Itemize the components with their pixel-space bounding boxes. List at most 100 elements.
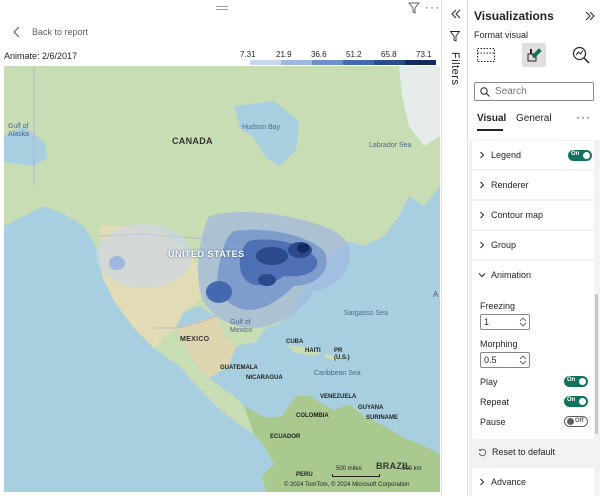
play-label: Play: [480, 377, 498, 387]
map-label-peru: PERU: [296, 472, 313, 478]
toggle-knob: [567, 418, 574, 425]
map-copyright: © 2024 TomTom, © 2024 Microsoft Corporat…: [284, 482, 410, 488]
heatmap-legend: 7.31 21.9 36.6 51.2 65.8 73.1: [240, 50, 436, 66]
filters-pane-collapsed[interactable]: Filters: [442, 0, 468, 496]
map-label-gulf-of-mexico: Gulf of Mexico: [230, 319, 253, 334]
search-field[interactable]: [474, 82, 594, 101]
map-label-labrador-sea: Labrador Sea: [369, 142, 412, 149]
reset-to-default-button[interactable]: Reset to default: [472, 441, 594, 463]
spin-arrows-icon[interactable]: [518, 354, 528, 366]
card-group-header[interactable]: Group: [472, 231, 594, 259]
card-contour-map[interactable]: Contour map: [472, 201, 594, 229]
double-chevron-left-icon[interactable]: [450, 8, 462, 20]
map-label-venezuela: VENEZUELA: [320, 394, 357, 400]
morphing-input[interactable]: [484, 355, 516, 365]
pause-toggle[interactable]: Off: [564, 416, 588, 427]
map-label-colombia: COLOMBIA: [296, 413, 329, 419]
spin-arrows-icon[interactable]: [518, 316, 528, 328]
repeat-toggle-label: On: [567, 397, 576, 403]
play-toggle[interactable]: On: [564, 376, 588, 387]
card-contour-map-header[interactable]: Contour map: [472, 201, 594, 229]
more-options-icon[interactable]: ···: [576, 110, 591, 124]
format-visual-button[interactable]: [522, 43, 546, 67]
card-advanced-label: Advance: [491, 477, 527, 487]
repeat-toggle[interactable]: On: [564, 396, 588, 407]
legend-swatch: [343, 60, 374, 65]
toggle-knob: [579, 398, 586, 405]
animation-settings: Freezing Morphing Play On Repeat On Paus…: [472, 289, 594, 439]
drag-grip-icon[interactable]: [216, 6, 228, 10]
card-advanced-header[interactable]: Advance: [472, 468, 594, 496]
map-label-edge-a: A: [433, 290, 439, 299]
map-label-ecuador: ECUADOR: [270, 434, 301, 440]
format-visual-label: Format visual: [474, 30, 529, 40]
card-animation-label: Animation: [491, 270, 532, 280]
contour-map[interactable]: CANADA UNITED STATES MEXICO Hudson Bay L…: [4, 66, 440, 492]
card-advanced[interactable]: Advance: [472, 468, 594, 496]
chevron-down-icon: [478, 273, 486, 278]
legend-swatch: [405, 60, 436, 65]
reset-to-default-label: Reset to default: [492, 447, 556, 457]
legend-toggle[interactable]: On: [568, 150, 592, 161]
tab-general[interactable]: General: [516, 113, 552, 124]
legend-swatch: [374, 60, 405, 65]
card-renderer-label: Renderer: [491, 180, 529, 190]
animate-date-label: Animate: 2/6/2017: [4, 51, 78, 61]
filter-icon[interactable]: [408, 2, 420, 14]
card-contour-map-label: Contour map: [491, 210, 544, 220]
map-label-gulf-of-alaska: Gulf of Alaska: [8, 123, 30, 138]
card-group[interactable]: Group: [472, 231, 594, 259]
analytics-button[interactable]: [569, 43, 593, 67]
map-label-sargasso-sea: Sargasso Sea: [344, 310, 388, 317]
map-label-united-states: UNITED STATES: [168, 249, 245, 259]
legend-swatch: [250, 60, 281, 65]
map-label-hudson-bay: Hudson Bay: [242, 124, 281, 131]
build-visual-button[interactable]: [474, 43, 498, 67]
map-label-pr: PR (U.S.): [334, 348, 350, 361]
freezing-spinbox[interactable]: [480, 314, 530, 330]
chevron-right-icon: [480, 241, 485, 249]
legend-color-ramp: [250, 60, 436, 65]
legend-tick: 7.31: [240, 50, 256, 59]
play-toggle-label: On: [567, 377, 576, 383]
legend-swatch: [281, 60, 312, 65]
legend-tick: 65.8: [381, 50, 397, 59]
chevron-right-icon: [480, 478, 485, 486]
tab-visual[interactable]: Visual: [477, 113, 506, 124]
legend-tick: 36.6: [311, 50, 327, 59]
visualizations-pane: Visualizations Format visual Visual: [469, 0, 600, 496]
visual-header: ···: [0, 0, 441, 16]
repeat-label: Repeat: [480, 397, 510, 407]
card-renderer[interactable]: Renderer: [472, 171, 594, 199]
filters-label: Filters: [449, 52, 461, 86]
scrollbar-thumb[interactable]: [595, 294, 598, 434]
toggle-knob: [583, 152, 590, 159]
legend-tick-labels: 7.31 21.9 36.6 51.2 65.8 73.1: [240, 50, 436, 60]
double-chevron-right-icon[interactable]: [584, 10, 596, 22]
funnel-icon: [450, 31, 460, 42]
card-animation[interactable]: Animation: [472, 261, 594, 289]
map-label-guyana: GUYANA: [358, 405, 384, 411]
freezing-input[interactable]: [484, 317, 516, 327]
paintbrush-icon: [527, 48, 542, 62]
card-legend[interactable]: Legend On: [472, 141, 594, 169]
visualizations-title: Visualizations: [474, 9, 554, 23]
morphing-label: Morphing: [480, 339, 518, 349]
morphing-spinbox[interactable]: [480, 352, 530, 368]
chevron-left-icon: [13, 26, 20, 38]
card-animation-header[interactable]: Animation: [472, 261, 594, 289]
map-label-haiti: HAITI: [305, 348, 321, 354]
freezing-label: Freezing: [480, 301, 516, 311]
legend-tick: 51.2: [346, 50, 362, 59]
map-label-guatemala: GUATEMALA: [220, 365, 258, 371]
map-scale-label-km: 500 km: [402, 466, 422, 472]
search-input[interactable]: [495, 86, 590, 97]
reset-icon: [478, 448, 487, 456]
map-label-caribbean-sea: Caribbean Sea: [314, 370, 361, 377]
toggle-knob: [579, 378, 586, 385]
more-options-icon[interactable]: ···: [425, 0, 440, 14]
back-to-report-link[interactable]: Back to report: [10, 24, 88, 40]
card-renderer-header[interactable]: Renderer: [472, 171, 594, 199]
back-to-report-label: Back to report: [32, 27, 89, 37]
map-label-nicaragua: NICARAGUA: [246, 375, 283, 381]
